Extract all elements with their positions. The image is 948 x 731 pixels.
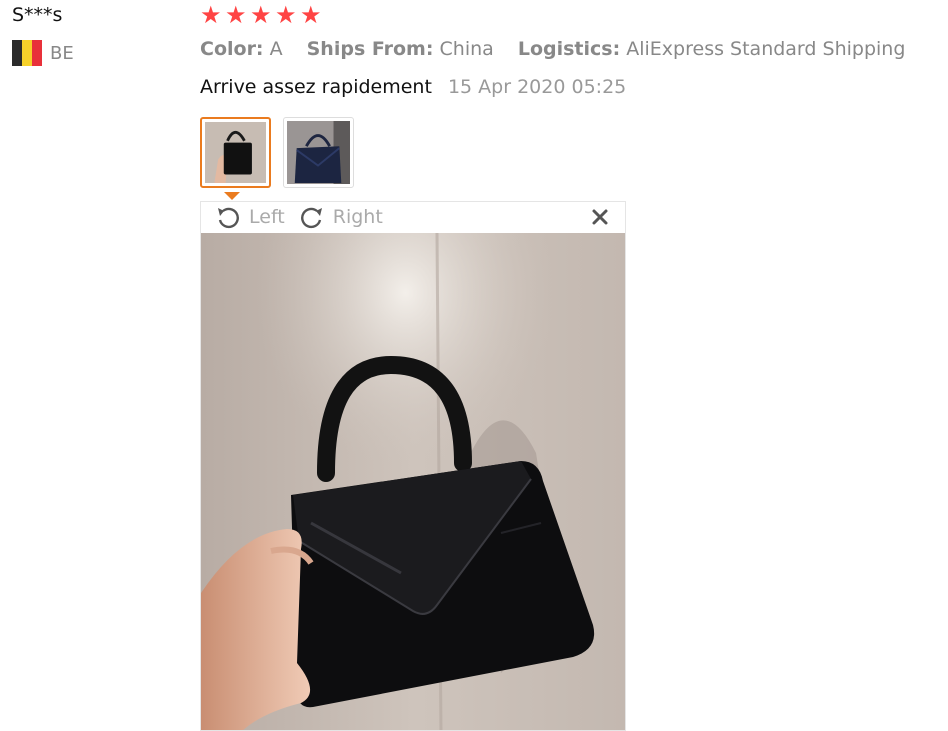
review-photo-thumbnail-2[interactable] — [283, 117, 354, 188]
reviewer-name: S***s — [12, 4, 63, 26]
belgium-flag-icon — [12, 40, 42, 66]
handbag-photo-large — [201, 233, 625, 730]
review-date: 15 Apr 2020 05:25 — [447, 76, 627, 98]
viewer-toolbar: Left Right — [201, 202, 625, 232]
close-icon[interactable] — [591, 208, 609, 226]
photo-viewer: Left Right — [200, 201, 626, 731]
ships-from-value: China — [439, 38, 494, 60]
star-icon: ★ — [275, 1, 297, 29]
country-code: BE — [50, 42, 74, 64]
star-icon: ★ — [300, 1, 322, 29]
rotate-left-label: Left — [249, 206, 285, 228]
selected-thumbnail-pointer — [224, 192, 240, 200]
order-info: Color: A Ships From: China Logistics: Al… — [200, 38, 923, 60]
review-body: Arrive assez rapidement 15 Apr 2020 05:2… — [200, 76, 626, 98]
rotate-left-icon — [218, 207, 239, 229]
logistics-label: Logistics: — [517, 38, 621, 60]
handbag-photo-thumbnail — [205, 122, 266, 183]
rotate-right-button[interactable]: Right — [299, 205, 383, 229]
ships-from-label: Ships From: — [306, 38, 434, 60]
logistics-value: AliExpress Standard Shipping — [626, 38, 906, 60]
color-label: Color: — [200, 38, 264, 60]
star-rating: ★ ★ ★ ★ ★ — [200, 1, 323, 29]
rotate-left-button[interactable]: Left — [215, 205, 285, 229]
reviewer-country: BE — [12, 40, 74, 66]
star-icon: ★ — [200, 1, 222, 29]
rotate-right-icon — [300, 207, 322, 229]
star-icon: ★ — [250, 1, 272, 29]
review-photo-thumbnail-1[interactable] — [200, 117, 271, 188]
handbag-photo-thumbnail — [287, 121, 350, 184]
rotate-right-label: Right — [332, 206, 383, 228]
color-value: A — [269, 38, 283, 60]
star-icon: ★ — [225, 1, 247, 29]
review-text: Arrive assez rapidement — [200, 76, 432, 98]
review-item: S***s BE ★ ★ ★ ★ ★ Color: A Ships From: … — [0, 0, 948, 731]
